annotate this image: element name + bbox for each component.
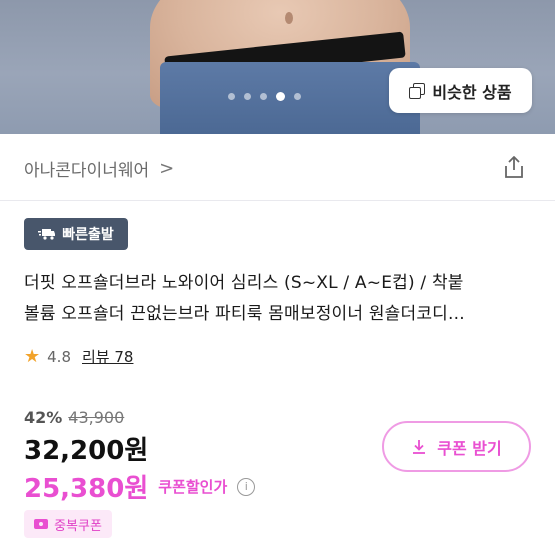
product-photo-detail bbox=[285, 12, 293, 24]
get-coupon-button[interactable]: 쿠폰 받기 bbox=[382, 421, 531, 472]
sale-price: 32,200원 bbox=[24, 436, 149, 466]
coupon-price-row: 25,380원 쿠폰할인가 i bbox=[24, 468, 256, 505]
divider bbox=[0, 200, 555, 201]
similar-products-label: 비슷한 상품 bbox=[432, 82, 512, 102]
product-title-line1: 더핏 오프숄더브라 노와이어 심리스 (S~XL / A~E컵) / 착붙 bbox=[24, 273, 464, 293]
copy-icon bbox=[409, 82, 426, 99]
original-price: 43,900 bbox=[68, 408, 125, 427]
share-icon[interactable] bbox=[503, 155, 525, 179]
carousel-dot[interactable] bbox=[228, 93, 235, 100]
carousel-dot[interactable] bbox=[294, 93, 301, 100]
carousel-dot[interactable] bbox=[244, 93, 251, 100]
star-icon: ★ bbox=[24, 346, 41, 367]
rating-value: 4.8 bbox=[47, 347, 71, 366]
brand-name: 아나콘다이너웨어 bbox=[24, 161, 150, 181]
coupon-price-note: 쿠폰할인가 bbox=[158, 478, 228, 496]
discount-percent: 42% bbox=[24, 408, 63, 427]
carousel-dot[interactable] bbox=[260, 93, 267, 100]
duplicate-coupon-badge: 중복쿠폰 bbox=[24, 510, 112, 538]
product-title: 더핏 오프숄더브라 노와이어 심리스 (S~XL / A~E컵) / 착붙 볼륨… bbox=[24, 268, 534, 330]
truck-icon bbox=[38, 229, 56, 240]
product-image-carousel[interactable]: 비슷한 상품 bbox=[0, 0, 555, 134]
similar-products-button[interactable]: 비슷한 상품 bbox=[389, 68, 532, 113]
brand-link[interactable]: 아나콘다이너웨어 > bbox=[24, 156, 174, 181]
download-icon bbox=[413, 439, 426, 454]
rating-row: ★ 4.8 리뷰 78 bbox=[24, 346, 133, 367]
badge-label: 빠른출발 bbox=[62, 227, 114, 243]
carousel-indicator bbox=[228, 92, 301, 101]
product-title-line2: 볼륨 오프숄더 끈없는브라 파티룩 몸매보정이너 원숄더코디... bbox=[24, 304, 465, 324]
get-coupon-label: 쿠폰 받기 bbox=[437, 438, 502, 458]
coupon-price: 25,380원 bbox=[24, 474, 149, 504]
brand-row: 아나콘다이너웨어 > bbox=[0, 134, 555, 200]
carousel-dot-active[interactable] bbox=[276, 92, 285, 101]
duplicate-coupon-label: 중복쿠폰 bbox=[54, 518, 102, 534]
coupon-tag-icon bbox=[34, 519, 49, 529]
fast-shipping-badge: 빠른출발 bbox=[24, 218, 128, 250]
review-link[interactable]: 리뷰 78 bbox=[82, 346, 133, 367]
info-icon[interactable]: i bbox=[237, 477, 256, 496]
chevron-right-icon: > bbox=[159, 158, 175, 179]
discount-row: 42% 43,900 bbox=[24, 408, 124, 427]
